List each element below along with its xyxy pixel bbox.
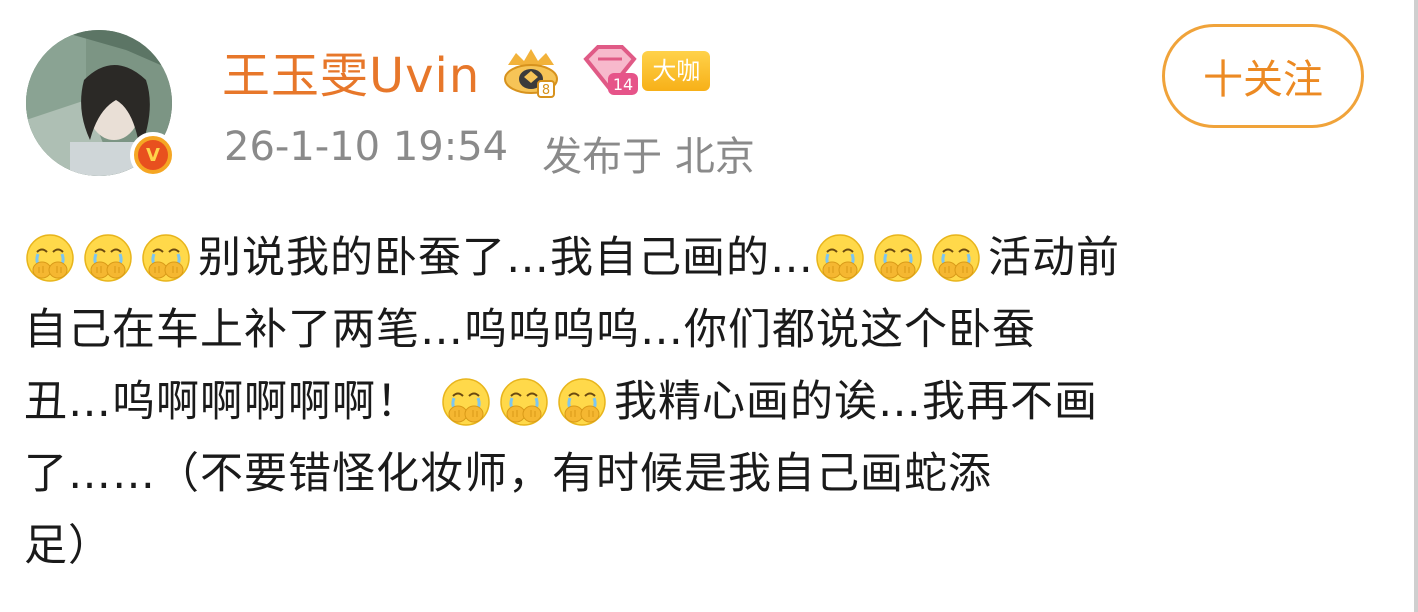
crying-emoji-icon: [24, 232, 76, 284]
post-text-segment: 足）: [24, 521, 112, 571]
diamond-vip-icon[interactable]: 14: [580, 43, 640, 99]
post-content: 别说我的卧蚕了…我自己画的… 活动前 自己在车上补了两笔…呜呜呜呜…你们都说这个…: [24, 222, 1364, 582]
post-line-5: 足）: [24, 510, 1364, 582]
screen-edge-divider: [1414, 0, 1418, 612]
svg-text:8: 8: [542, 83, 550, 98]
crying-emoji-icon: [556, 376, 608, 428]
crying-emoji-icon: [82, 232, 134, 284]
crying-emoji-icon: [440, 376, 492, 428]
post-text-segment: 了……（不要错怪化妆师，有时候是我自己画蛇添: [24, 449, 992, 499]
avatar[interactable]: V: [26, 30, 178, 182]
post-location: 发布于 北京: [542, 134, 755, 180]
crying-emoji-icon: [814, 232, 866, 284]
follow-button[interactable]: 十关注: [1162, 24, 1364, 128]
crying-emoji-icon: [498, 376, 550, 428]
post-text-segment: 别说我的卧蚕了…我自己画的…: [198, 233, 814, 283]
user-info: 王玉雯Uvin 8 14 大咖: [222, 36, 711, 106]
post-timestamp: 26-1-10 19:54: [224, 124, 509, 170]
post-line-4: 了……（不要错怪化妆师，有时候是我自己画蛇添: [24, 438, 1364, 510]
crying-emoji-icon: [140, 232, 192, 284]
post-meta: 26-1-10 19:54 发布于 北京: [224, 124, 755, 182]
post-line-1: 别说我的卧蚕了…我自己画的… 活动前: [24, 222, 1364, 294]
crown-level-icon[interactable]: 8: [498, 43, 564, 99]
post-line-3: 丑…呜啊啊啊啊啊！ 我精心画的诶…我再不画: [24, 366, 1364, 438]
dakai-badge[interactable]: 大咖: [642, 51, 711, 91]
post-text-segment: 丑…呜啊啊啊啊啊！: [24, 377, 420, 427]
crying-emoji-icon: [872, 232, 924, 284]
post-line-2: 自己在车上补了两笔…呜呜呜呜…你们都说这个卧蚕: [24, 294, 1364, 366]
svg-text:14: 14: [613, 75, 633, 94]
post-text-segment: 我精心画的诶…我再不画: [614, 377, 1098, 427]
weibo-post-card: V 王玉雯Uvin 8 14 大咖 26-1-10 19:54 发布于 北京 十…: [0, 0, 1418, 612]
username[interactable]: 王玉雯Uvin: [222, 36, 480, 106]
verified-v-icon: V: [130, 132, 176, 178]
crying-emoji-icon: [930, 232, 982, 284]
post-text-segment: 活动前: [988, 233, 1120, 283]
post-text-segment: 自己在车上补了两笔…呜呜呜呜…你们都说这个卧蚕: [24, 305, 1036, 355]
